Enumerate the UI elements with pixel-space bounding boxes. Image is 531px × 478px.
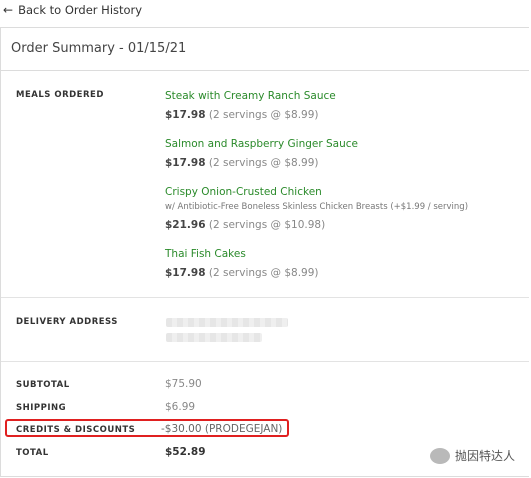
meal-item-name[interactable]: Crispy Onion-Crusted Chicken — [165, 186, 322, 198]
page-title: Order Summary - 01/15/21 — [11, 41, 187, 56]
shipping-label: SHIPPING — [16, 403, 67, 413]
meals-ordered-label: MEALS ORDERED — [16, 90, 104, 100]
meal-item-price: $17.98 (2 servings @ $8.99) — [165, 109, 319, 121]
meal-item-name[interactable]: Salmon and Raspberry Ginger Sauce — [165, 138, 358, 150]
credits-highlight-box — [5, 419, 289, 437]
meal-price-amount: $17.98 — [165, 157, 206, 169]
meal-item-name[interactable]: Steak with Creamy Ranch Sauce — [165, 90, 336, 102]
delivery-address-label: DELIVERY ADDRESS — [16, 317, 118, 327]
watermark-text: 抛因特达人 — [454, 449, 515, 463]
meal-item-price: $17.98 (2 servings @ $8.99) — [165, 267, 319, 279]
subtotal-label: SUBTOTAL — [16, 380, 70, 390]
meal-servings: (2 servings @ $10.98) — [208, 219, 326, 231]
meal-servings: (2 servings @ $8.99) — [208, 157, 319, 169]
meal-item-name[interactable]: Thai Fish Cakes — [165, 248, 246, 260]
blurred-address-line — [166, 333, 262, 342]
back-link-label: Back to Order History — [18, 3, 143, 17]
meal-price-amount: $21.96 — [165, 219, 206, 231]
meal-item-price: $21.96 (2 servings @ $10.98) — [165, 219, 325, 231]
meal-servings: (2 servings @ $8.99) — [208, 267, 319, 279]
meal-item-option: w/ Antibiotic-Free Boneless Skinless Chi… — [165, 202, 469, 212]
card-header: Order Summary - 01/15/21 — [1, 28, 529, 71]
arrow-left-icon: ← — [3, 3, 14, 17]
order-summary-page: ← Back to Order History Order Summary - … — [0, 0, 531, 478]
total-value: $52.89 — [165, 446, 206, 458]
wechat-logo-icon — [429, 447, 450, 464]
total-label: TOTAL — [16, 448, 49, 458]
back-to-order-history-link[interactable]: ← Back to Order History — [3, 3, 142, 17]
section-divider — [1, 297, 529, 298]
blurred-address-line — [166, 318, 288, 327]
meal-price-amount: $17.98 — [165, 109, 206, 121]
watermark: 抛因特达人 — [429, 447, 515, 464]
section-divider — [1, 361, 529, 362]
meal-item-price: $17.98 (2 servings @ $8.99) — [165, 157, 319, 169]
shipping-value: $6.99 — [165, 401, 196, 413]
order-summary-card: Order Summary - 01/15/21 MEALS ORDERED S… — [0, 27, 529, 477]
subtotal-value: $75.90 — [165, 378, 202, 390]
meal-price-amount: $17.98 — [165, 267, 206, 279]
meal-servings: (2 servings @ $8.99) — [208, 109, 319, 121]
